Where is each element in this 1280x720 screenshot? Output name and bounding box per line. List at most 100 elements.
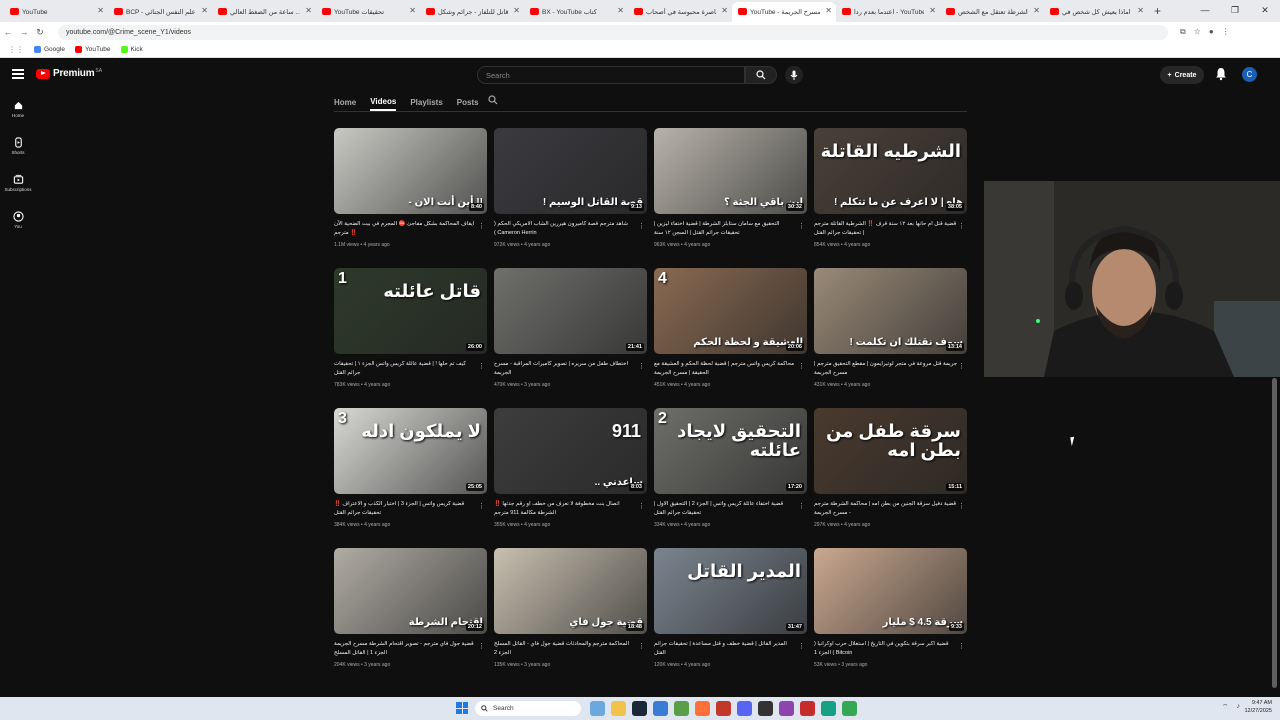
more-options-icon[interactable]: ⋮ [798,222,805,230]
browser-tab[interactable]: محاصرة محبوسة في أصحاب ✕ [628,2,732,22]
app-icon[interactable] [716,701,731,716]
windows-start-icon[interactable] [456,702,468,714]
more-options-icon[interactable]: ⋮ [958,362,965,370]
browser-tab[interactable]: YouTube تحقيقات ✕ [316,2,420,22]
file-explorer-icon[interactable] [611,701,626,716]
sidebar-item-shorts[interactable]: Shorts [0,127,36,164]
browser-tab[interactable]: الشرطة تعتقل مع الشخص ✕ [940,2,1044,22]
video-thumbnail[interactable]: قضية جول فاي 18:48 [494,548,647,634]
video-title[interactable]: التحقيق مع سامان ستابلز الشرطة | قضية اخ… [654,220,799,240]
more-options-icon[interactable]: ⋮ [478,642,485,650]
tab-close-icon[interactable]: ✕ [409,6,416,15]
more-options-icon[interactable]: ⋮ [958,502,965,510]
browser-tab[interactable]: YouTube - مسرح الجريمة ✕ [732,2,836,22]
bookmark-youtube[interactable]: YouTube [74,46,111,53]
video-card[interactable]: اقتحام الشرطة 20:12 قضية جول فاي مترجم - ت… [334,548,487,668]
video-thumbnail[interactable]: 2 التحقيق لايجاد عائلته 17:20 [654,408,807,494]
video-title[interactable]: محاكمة كريس واتس مترجم | قضية لحظة الحكم… [654,360,799,380]
wifi-icon[interactable]: ⌔ [1222,703,1229,712]
video-title[interactable]: قضية دفيل سرقة الجنين من بطن امه | محاكم… [814,500,959,520]
copilot-icon[interactable] [590,701,605,716]
video-title[interactable]: شاهد مترجم قصة كاميرون هيررين الشاب الام… [494,220,639,240]
tab-playlists[interactable]: Playlists [410,98,442,110]
video-card[interactable]: سرقة طفل من بطن امه 15:11 قضية دفيل سرقة ا… [814,408,967,528]
voice-search-button[interactable] [785,66,803,84]
video-card[interactable]: 3 لا يملكون ادله 25:05 قضية كريس واتس | الج… [334,408,487,528]
video-thumbnail[interactable]: اقتحام الشرطة 20:12 [334,548,487,634]
video-title[interactable]: قضية اختفاء عائلة كريس واتس | الجزء 2 | … [654,500,799,520]
video-card[interactable]: الشرطيه القاتلة هاه | لا اعرف عن ما تتكلم… [814,128,967,248]
video-card[interactable]: !! أين أنت الان -8:40 ايقاف المحاكمة بشكل… [334,128,487,248]
more-options-icon[interactable]: ⋮ [798,502,805,510]
browser-tab[interactable]: قاتل للتلفاز - جرائم وشكل ✕ [420,2,524,22]
more-options-icon[interactable]: ⋮ [798,642,805,650]
steam-icon[interactable] [632,701,647,716]
tab-close-icon[interactable]: ✕ [1137,6,1144,15]
apps-icon[interactable]: ⋮⋮ [8,45,24,54]
sidebar-item-subscriptions[interactable]: Subscriptions [0,164,36,201]
tab-close-icon[interactable]: ✕ [929,6,936,15]
firefox-icon[interactable] [695,701,710,716]
video-thumbnail[interactable]: سرقة 4.5 $ مليار 9:33 [814,548,967,634]
create-button[interactable]: + Create [1160,66,1204,84]
tab-close-icon[interactable]: ✕ [825,6,832,15]
more-options-icon[interactable]: ⋮ [638,222,645,230]
video-thumbnail[interactable]: 1 قاتل عائلته 26:00 [334,268,487,354]
video-title[interactable]: ايقاف المحاكمة بشكل مفاجئ ⛔ المجرم في بي… [334,220,479,240]
app-icon[interactable] [821,701,836,716]
tab-close-icon[interactable]: ✕ [721,6,728,15]
more-options-icon[interactable]: ⋮ [638,642,645,650]
more-options-icon[interactable]: ⋮ [478,362,485,370]
url-field[interactable]: youtube.com/@Crime_scene_Y1/videos [58,24,1168,40]
video-card[interactable]: اين باقي الجثة ؟ 30:32 التحقيق مع سامان ست… [654,128,807,248]
video-card[interactable]: 4 العشيقة و لحظة الحكم 20:06 محاكمة كريس وا… [654,268,807,388]
video-title[interactable]: اختطاف طفل من سريره | تصوير كاميرات المر… [494,360,639,380]
notifications-bell-icon[interactable] [1214,67,1228,81]
install-icon[interactable]: ⧉ [1180,27,1186,37]
video-title[interactable]: قضية اكبر سرقة بتكوين في التاريخ | استغل… [814,640,959,660]
app-icon[interactable] [779,701,794,716]
video-thumbnail[interactable]: الشرطيه القاتلة هاه | لا اعرف عن ما تتكلم… [814,128,967,214]
reload-icon[interactable]: ↻ [32,27,48,38]
more-options-icon[interactable]: ⋮ [638,362,645,370]
sidebar-item-you[interactable]: You [0,201,36,238]
star-icon[interactable]: ☆ [1194,27,1201,37]
video-title[interactable]: المدير القاتل | قضية خطف و قتل مساعدة | … [654,640,799,660]
volume-icon[interactable]: ♪ [1237,703,1241,712]
tab-home[interactable]: Home [334,98,356,110]
taskbar-search[interactable]: Search [475,701,581,716]
restore-button[interactable]: ❐ [1220,0,1250,20]
bookmark-kick[interactable]: Kick [120,46,143,53]
channel-search-icon[interactable] [488,95,498,105]
tab-close-icon[interactable]: ✕ [513,6,520,15]
video-card[interactable]: 2 التحقيق لايجاد عائلته 17:20 قضية اختفاء ع… [654,408,807,528]
video-thumbnail[interactable]: 4 العشيقة و لحظة الحكم 20:06 [654,268,807,354]
video-card[interactable]: سرقة 4.5 $ مليار 9:33 قضية اكبر سرقة بتكوي… [814,548,967,668]
tab-videos[interactable]: Videos [370,97,397,111]
video-card[interactable]: 911 ساعدني .. 8:03 اتصال بنت مخطوفة لا تعرف… [494,408,647,528]
taskbar-clock[interactable]: 9:47 AM 12/27/2025 [1244,700,1272,715]
tab-close-icon[interactable]: ✕ [305,6,312,15]
discord-icon[interactable] [737,701,752,716]
hamburger-menu-icon[interactable] [12,69,24,81]
more-options-icon[interactable]: ⋮ [478,502,485,510]
close-window-button[interactable]: ✕ [1250,0,1280,20]
new-tab-button[interactable]: + [1154,4,1161,18]
video-thumbnail[interactable]: المدير القاتل 31:47 [654,548,807,634]
video-thumbnail[interactable]: 911 ساعدني .. 8:03 [494,408,647,494]
bookmark-google[interactable]: Google [34,46,65,53]
forward-icon[interactable]: → [16,27,32,37]
chrome-icon[interactable] [842,701,857,716]
video-title[interactable]: كيف تم حلها ! | قضية عائلة كريس واتس الج… [334,360,479,380]
video-thumbnail[interactable]: قصة القاتل الوسيم ! 9:13 [494,128,647,214]
video-title[interactable]: المحاكمة مترجم والمحادثات قضية جول فاي -… [494,640,639,660]
video-card[interactable]: المدير القاتل 31:47 المدير القاتل | قضية خ… [654,548,807,668]
youtube-premium-logo[interactable]: Premium SA [36,68,102,79]
page-scrollbar[interactable] [1272,378,1277,688]
menu-icon[interactable]: ⋮ [1222,27,1230,37]
more-options-icon[interactable]: ⋮ [958,642,965,650]
browser-tab[interactable]: اماذا يعيش كل شخص في ✕ [1044,2,1148,22]
video-thumbnail[interactable]: اين باقي الجثة ؟ 30:32 [654,128,807,214]
video-title[interactable]: قضية جول فاي مترجم - تصوير اقتحام الشرطة… [334,640,479,660]
video-title[interactable]: قضية قتل ام حانها بعد ١٢ سنة قرف ‼️ الشر… [814,220,959,240]
